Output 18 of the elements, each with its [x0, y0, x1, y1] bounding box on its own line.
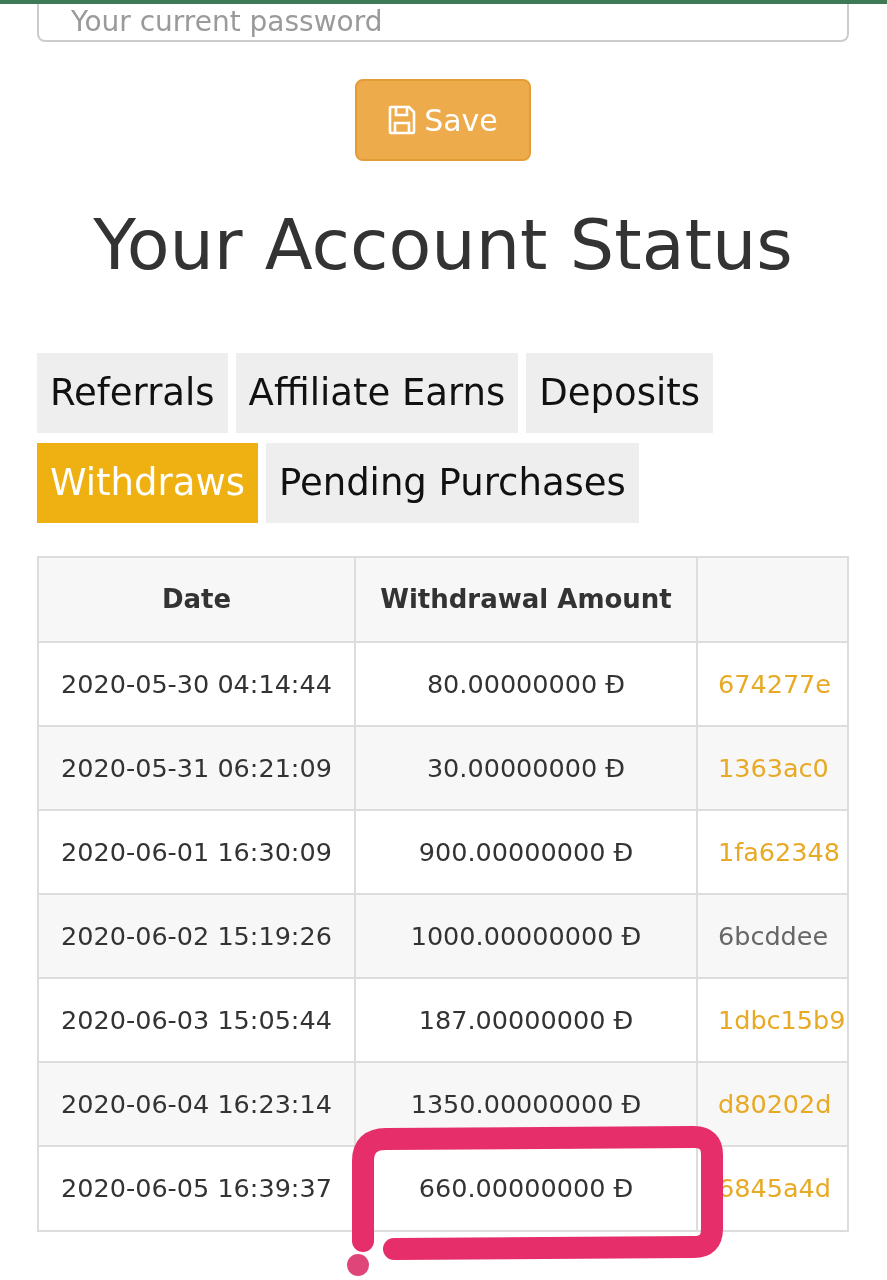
- tab[interactable]: Withdraws: [37, 443, 258, 523]
- table-cell: 2020-06-05 16:39:37: [39, 1146, 355, 1230]
- tab[interactable]: Referrals: [37, 353, 228, 433]
- save-button[interactable]: Save: [355, 79, 531, 161]
- table-header-cell: Withdrawal Amount: [355, 558, 697, 642]
- tab[interactable]: Affiliate Earns: [235, 353, 519, 433]
- tab[interactable]: Deposits: [526, 353, 713, 433]
- table-cell: 2020-06-04 16:23:14: [39, 1062, 355, 1146]
- transaction-id: 6bcddee: [718, 920, 829, 951]
- password-field[interactable]: Your current password: [37, 4, 849, 42]
- save-icon: [388, 105, 417, 135]
- table-cell: 2020-06-02 15:19:26: [39, 894, 355, 978]
- page-heading: Your Account Status: [92, 203, 794, 287]
- table-cell: 2020-05-31 06:21:09: [39, 726, 355, 810]
- table-cell: 30.00000000 Đ: [355, 726, 697, 810]
- tab[interactable]: Pending Purchases: [265, 443, 639, 523]
- table-cell: 1000.00000000 Đ: [355, 894, 697, 978]
- table-header-cell: Date: [39, 558, 355, 642]
